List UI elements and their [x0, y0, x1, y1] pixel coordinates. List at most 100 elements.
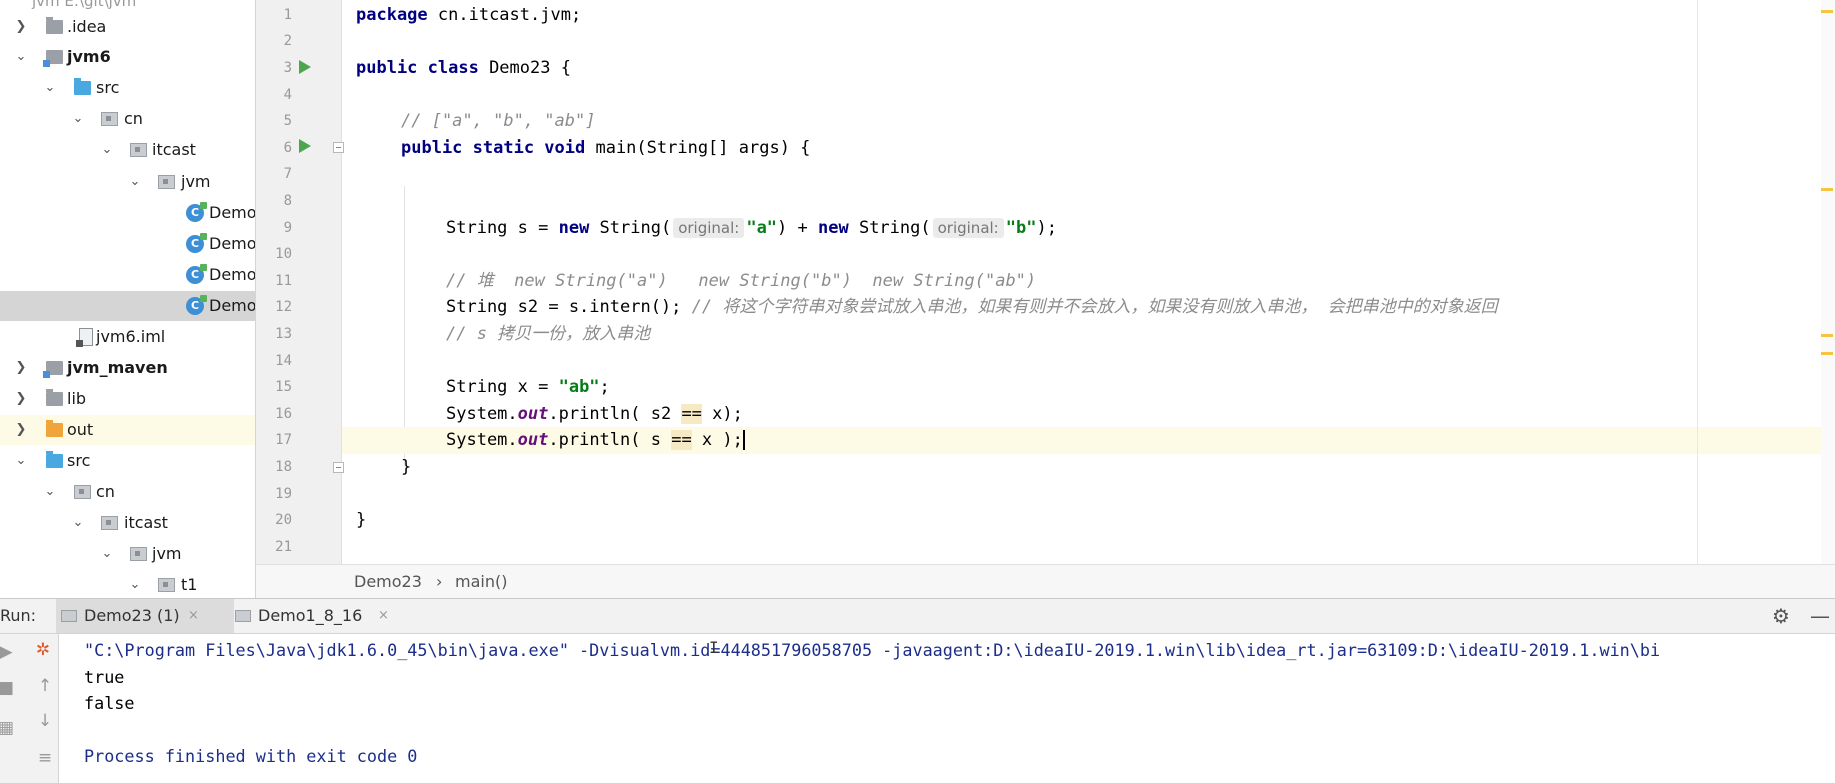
tree-item-label: src: [67, 451, 91, 470]
tree-item-lib[interactable]: ❯ lib: [0, 384, 255, 414]
line-number: 18: [275, 458, 292, 475]
run-tab-demo23[interactable]: Demo23 (1) ×: [56, 599, 234, 633]
code-text: System.: [446, 403, 518, 424]
chevron-down-icon[interactable]: ⌄: [43, 477, 57, 507]
tree-item-class[interactable]: C Demo: [0, 229, 255, 259]
editor-gutter: 1 2 3 4 5 6 7 8 9 10 11 12 13 14 15 16 1…: [256, 0, 344, 564]
run-tool-window: Run: Demo23 (1) × Demo1_8_16 × ⚙ — ▶ ✲ ■…: [0, 598, 1835, 783]
chevron-down-icon[interactable]: ⌄: [100, 135, 114, 165]
tree-item-out[interactable]: ❯ out: [0, 415, 255, 445]
rerun-icon[interactable]: ▶: [0, 642, 16, 662]
chevron-down-icon[interactable]: ⌄: [43, 73, 57, 103]
close-icon[interactable]: ×: [378, 599, 389, 633]
debug-icon[interactable]: ✲: [33, 640, 53, 660]
minimize-icon[interactable]: —: [1810, 599, 1830, 633]
warning-marker[interactable]: [1821, 188, 1833, 191]
line-number: 19: [275, 485, 292, 502]
tree-item-jvm6[interactable]: ⌄ jvm6: [0, 42, 255, 72]
chevron-down-icon[interactable]: ⌄: [14, 42, 28, 72]
line-number: 4: [283, 86, 292, 103]
console-output-line: true: [84, 666, 125, 687]
tree-item-jvm6-iml[interactable]: jvm6.iml: [0, 322, 255, 352]
code-line-5: // ["a", "b", "ab"]: [342, 108, 1835, 135]
layout-icon[interactable]: ▦: [0, 718, 16, 738]
gear-icon[interactable]: ⚙: [1772, 599, 1790, 633]
run-side-toolbar: ▶ ✲ ■ ↑ ↓ ▦ ≡: [0, 634, 59, 783]
tree-item-class[interactable]: C Demo: [0, 260, 255, 290]
code-line-17-current: System.out.println( s == x );: [342, 427, 1835, 454]
tree-item-label: lib: [67, 389, 87, 408]
static-field: out: [517, 403, 549, 424]
line-number: 1: [283, 6, 292, 23]
chevron-down-icon[interactable]: ⌄: [71, 508, 85, 538]
string-literal: "b": [1005, 217, 1037, 238]
tree-item-label: jvm6: [67, 47, 111, 66]
output-folder-icon: [46, 420, 63, 437]
tree-item-jvm[interactable]: ⌄ jvm: [0, 167, 255, 197]
code-area[interactable]: package cn.itcast.jvm; public class Demo…: [342, 0, 1835, 564]
scroll-up-icon[interactable]: ↑: [35, 676, 55, 696]
breadcrumb: Demo23 › main(): [256, 564, 1835, 598]
tree-item-src[interactable]: ⌄ src: [0, 446, 255, 476]
chevron-down-icon[interactable]: ⌄: [100, 539, 114, 569]
text-cursor-icon: I: [709, 638, 719, 657]
line-number: 21: [275, 538, 292, 555]
chevron-right-icon[interactable]: ❯: [14, 415, 28, 445]
java-class-icon: C: [186, 264, 207, 284]
run-main-icon[interactable]: [299, 139, 311, 153]
close-icon[interactable]: ×: [188, 599, 199, 633]
chevron-down-icon[interactable]: ⌄: [71, 104, 85, 134]
code-text: String x =: [446, 377, 559, 398]
stop-icon[interactable]: ■: [0, 678, 16, 698]
code-line-12: String s2 = s.intern(); // 将这个字符串对象尝试放入串…: [342, 294, 1835, 321]
tree-item-idea[interactable]: ❯ .idea: [0, 12, 255, 42]
tree-item-class-selected[interactable]: C Demo: [0, 291, 255, 321]
keyword: new: [818, 217, 849, 238]
code-text: }: [401, 456, 412, 477]
parameter-hint: original:: [932, 217, 1004, 238]
scroll-down-icon[interactable]: ↓: [35, 711, 55, 731]
tree-item-cn[interactable]: ⌄ cn: [0, 104, 255, 134]
warning-marker[interactable]: [1821, 352, 1833, 355]
tree-item-class[interactable]: C Demo: [0, 198, 255, 228]
line-number: 6: [283, 139, 292, 156]
tree-item-itcast[interactable]: ⌄ itcast: [0, 135, 255, 165]
java-class-icon: C: [186, 295, 207, 315]
code-text: Demo23 {: [478, 57, 571, 78]
tree-item-cn[interactable]: ⌄ cn: [0, 477, 255, 507]
code-comment: // 将这个字符串对象尝试放入串池，如果有则并不会放入，如果没有则放入串池， 会…: [691, 297, 1498, 318]
tree-item-label: Demo: [209, 296, 256, 315]
run-header: Run: Demo23 (1) × Demo1_8_16 × ⚙ —: [0, 599, 1835, 634]
code-line-16: System.out.println( s2 == x);: [342, 401, 1835, 428]
tree-item-itcast[interactable]: ⌄ itcast: [0, 508, 255, 538]
tree-item-jvm[interactable]: ⌄ jvm: [0, 539, 255, 569]
chevron-right-icon[interactable]: ❯: [14, 12, 28, 42]
line-number: 2: [283, 33, 292, 50]
code-line-3: public class Demo23 {: [342, 55, 1835, 82]
tree-item-jvm-maven[interactable]: ❯ jvm_maven: [0, 353, 255, 383]
editor-scrollbar[interactable]: [1821, 0, 1835, 564]
chevron-right-icon[interactable]: ❯: [14, 353, 28, 383]
chevron-down-icon[interactable]: ⌄: [128, 167, 142, 197]
chevron-down-icon[interactable]: ⌄: [14, 446, 28, 476]
run-class-icon[interactable]: [299, 60, 311, 74]
warning-marker[interactable]: [1821, 10, 1833, 13]
tree-item-src[interactable]: ⌄ src: [0, 73, 255, 103]
code-text: main(String[] args) {: [585, 137, 811, 158]
chevron-right-icon[interactable]: ❯: [14, 384, 28, 414]
line-number: 10: [275, 246, 292, 263]
soft-wrap-icon[interactable]: ≡: [35, 748, 55, 768]
text-caret: [742, 430, 745, 451]
code-editor[interactable]: 1 2 3 4 5 6 7 8 9 10 11 12 13 14 15 16 1…: [256, 0, 1835, 564]
keyword: public static void: [401, 137, 586, 158]
tree-item-t1[interactable]: ⌄ t1: [0, 570, 255, 598]
line-number: 5: [283, 113, 292, 130]
chevron-down-icon[interactable]: ⌄: [128, 570, 142, 598]
breadcrumb-class[interactable]: Demo23: [354, 565, 422, 598]
run-tab-demo1-8-16[interactable]: Demo1_8_16 ×: [230, 599, 418, 633]
line-number: 20: [275, 512, 292, 529]
warning-marker[interactable]: [1821, 334, 1833, 337]
console-output-line: false: [84, 693, 135, 714]
breadcrumb-method[interactable]: main(): [455, 565, 507, 598]
console-output[interactable]: "C:\Program Files\Java\jdk1.6.0_45\bin\j…: [84, 634, 1835, 783]
